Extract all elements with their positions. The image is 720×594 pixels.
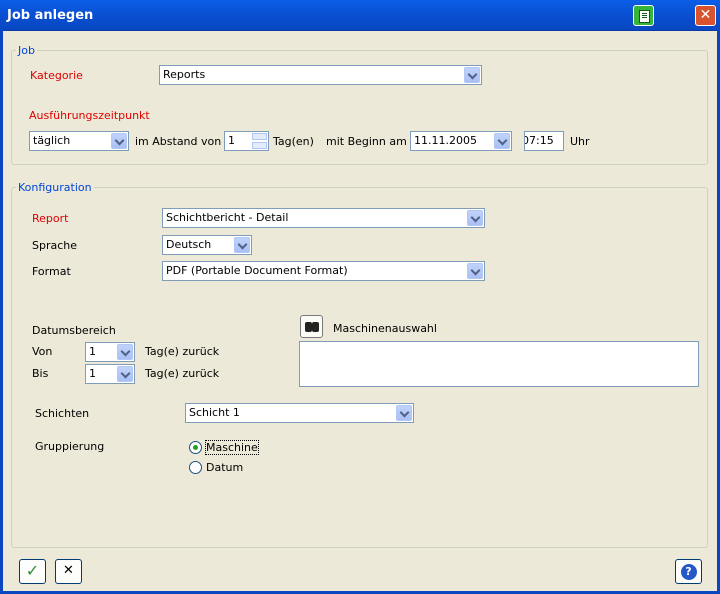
gruppierung-label: Gruppierung (35, 440, 105, 453)
spin-down-icon[interactable] (252, 142, 267, 149)
spinner-buttons[interactable] (252, 133, 267, 149)
ausfuehrung-label: Ausführungszeitpunkt (29, 109, 150, 122)
abstand-value: 1 (228, 134, 235, 147)
document-icon (639, 10, 650, 23)
chevron-down-icon[interactable] (467, 263, 483, 279)
beginn-label: mit Beginn am (326, 135, 407, 148)
cross-icon: ✕ (63, 563, 74, 578)
gruppierung-datum-label[interactable]: Datum (206, 461, 243, 474)
spin-up-icon[interactable] (252, 133, 267, 140)
help-button[interactable]: ? (675, 559, 702, 584)
chevron-down-icon[interactable] (234, 237, 250, 253)
tage-label: Tag(en) (273, 135, 314, 148)
report-value: Schichtbericht - Detail (166, 211, 289, 224)
sprache-select[interactable]: Deutsch (162, 235, 252, 255)
gruppierung-maschine-radio[interactable] (189, 441, 202, 454)
datumsbereich-label: Datumsbereich (32, 324, 116, 337)
bis-suffix: Tag(e) zurück (145, 367, 220, 380)
schichten-value: Schicht 1 (189, 406, 240, 419)
von-label: Von (32, 345, 53, 358)
abstand-spinner[interactable]: 1 (224, 131, 269, 151)
beginn-time-field[interactable]: 07:15 (524, 131, 564, 151)
von-select[interactable]: 1 (85, 342, 135, 362)
beginn-time-value: 07:15 (524, 134, 554, 147)
format-label: Format (32, 265, 71, 278)
checkmark-icon: ✓ (25, 561, 40, 580)
close-icon: ✕ (699, 7, 712, 23)
ok-button[interactable]: ✓ (19, 559, 46, 584)
help-icon: ? (680, 563, 697, 580)
report-select[interactable]: Schichtbericht - Detail (162, 208, 485, 228)
schichten-select[interactable]: Schicht 1 (185, 403, 414, 423)
close-button[interactable]: ✕ (695, 5, 716, 26)
chevron-down-icon[interactable] (117, 344, 133, 360)
chevron-down-icon[interactable] (467, 210, 483, 226)
beginn-date-value: 11.11.2005 (414, 134, 477, 147)
job-legend: Job (18, 44, 35, 57)
konfiguration-legend: Konfiguration (18, 181, 92, 194)
bis-label: Bis (32, 367, 49, 380)
title-bar: Job anlegen ✕ (0, 0, 720, 31)
interval-select[interactable]: täglich (29, 131, 129, 151)
interval-value: täglich (33, 134, 71, 147)
document-icon-button[interactable] (633, 5, 654, 26)
gruppierung-maschine-label[interactable]: Maschine (205, 440, 259, 455)
von-suffix: Tag(e) zurück (145, 345, 220, 358)
window-title: Job anlegen (7, 8, 94, 23)
window-frame-left (0, 30, 3, 594)
kategorie-label: Kategorie (30, 69, 83, 82)
binoculars-icon[interactable] (300, 315, 323, 338)
format-select[interactable]: PDF (Portable Document Format) (162, 261, 485, 281)
cancel-button[interactable]: ✕ (55, 559, 82, 584)
sprache-label: Sprache (32, 239, 78, 252)
abstand-label: im Abstand von (135, 135, 222, 148)
maschinenauswahl-listbox[interactable] (299, 341, 699, 387)
bis-select[interactable]: 1 (85, 364, 135, 384)
schichten-label: Schichten (35, 407, 90, 420)
report-label: Report (32, 212, 69, 225)
chevron-down-icon[interactable] (117, 366, 133, 382)
von-value: 1 (89, 345, 96, 358)
chevron-down-icon[interactable] (396, 405, 412, 421)
uhr-label: Uhr (570, 135, 590, 148)
gruppierung-datum-radio[interactable] (189, 461, 202, 474)
chevron-down-icon[interactable] (111, 133, 127, 149)
beginn-date-picker[interactable]: 11.11.2005 (410, 131, 512, 151)
kategorie-value: Reports (163, 68, 206, 81)
bis-value: 1 (89, 367, 96, 380)
sprache-value: Deutsch (166, 238, 212, 251)
maschinenauswahl-label: Maschinenauswahl (333, 322, 437, 335)
chevron-down-icon[interactable] (464, 67, 480, 83)
kategorie-select[interactable]: Reports (159, 65, 482, 85)
format-value: PDF (Portable Document Format) (166, 264, 348, 277)
chevron-down-icon[interactable] (494, 133, 510, 149)
